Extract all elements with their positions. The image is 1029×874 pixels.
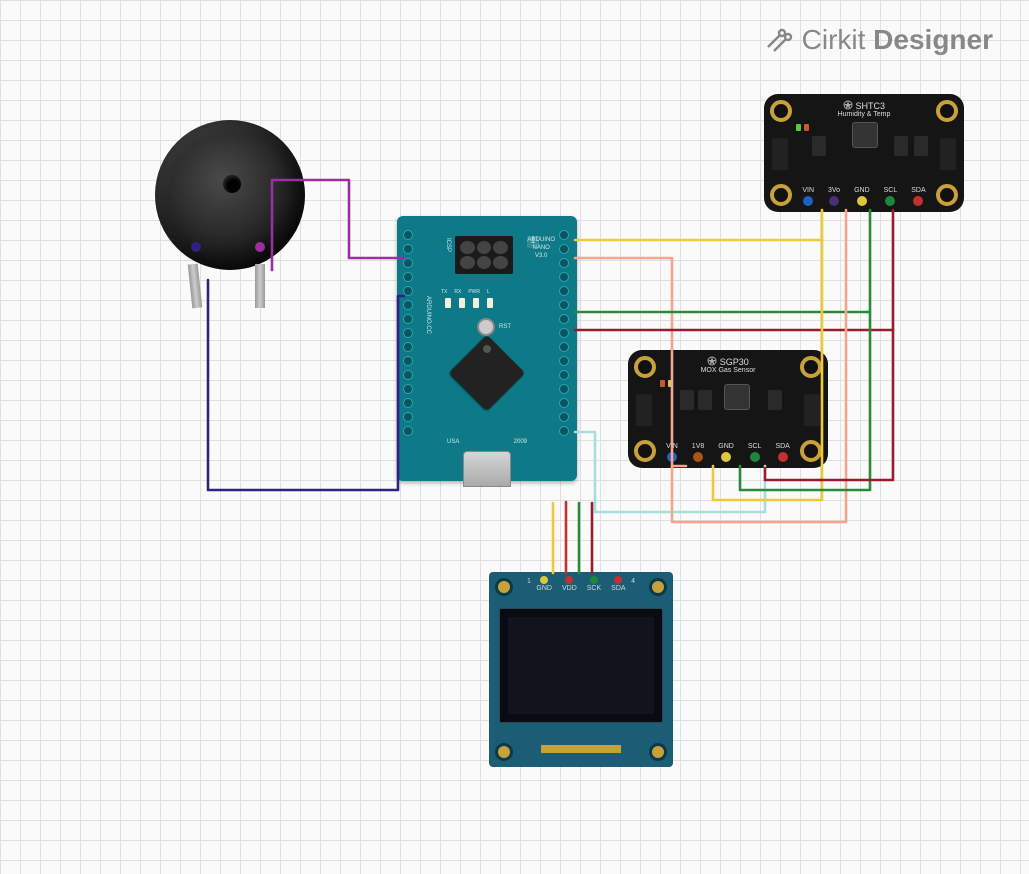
pin-VIN[interactable]: VIN xyxy=(802,187,814,206)
stemma-left[interactable] xyxy=(772,138,788,170)
shtc3-pins[interactable]: VIN 3Vo GND SCL SDA xyxy=(764,187,964,206)
pin-RST[interactable] xyxy=(403,398,413,408)
pin-3V3[interactable] xyxy=(403,244,413,254)
logo-icon xyxy=(764,25,794,55)
pin-SCK[interactable]: SCK xyxy=(587,576,601,592)
icsp-label: ICSP xyxy=(445,238,451,252)
stemma-right[interactable] xyxy=(940,138,956,170)
pin-SDA[interactable]: SDA xyxy=(775,443,789,462)
status-leds xyxy=(445,298,493,308)
pin-VIN[interactable] xyxy=(403,426,413,436)
buzzer-pin-neg[interactable] xyxy=(191,242,201,252)
oled-module[interactable]: 1 4 GNDVDDSCKSDA xyxy=(489,572,673,767)
pin-A5[interactable] xyxy=(403,342,413,352)
pin-A3[interactable] xyxy=(403,314,413,324)
pin-GND[interactable]: GND xyxy=(536,576,552,592)
pin-REF[interactable] xyxy=(403,258,413,268)
shtc3-board[interactable]: SHTC3 Humidity & Temp VIN 3Vo GND SCL SDA xyxy=(764,94,964,212)
pin-1V8[interactable]: 1V8 xyxy=(692,443,704,462)
stemma-left[interactable] xyxy=(636,394,652,426)
sgp30-board[interactable]: SGP30 MOX Gas Sensor VIN 1V8 GND SCL SDA xyxy=(628,350,828,468)
pin-D3[interactable] xyxy=(559,356,569,366)
sgp30-chip-icon xyxy=(724,384,750,410)
pin-A7[interactable] xyxy=(403,370,413,380)
pin-D7[interactable] xyxy=(559,300,569,310)
board-title: ARDUINO NANO V3.0 xyxy=(527,236,555,260)
pin-D4[interactable] xyxy=(559,342,569,352)
pin-VIN[interactable]: VIN xyxy=(666,443,678,462)
sgp30-title: SGP30 MOX Gas Sensor xyxy=(628,350,828,374)
icsp-header[interactable] xyxy=(455,236,513,274)
pin-D5[interactable] xyxy=(559,328,569,338)
pin-SDA[interactable]: SDA xyxy=(911,187,925,206)
pin-D6[interactable] xyxy=(559,314,569,324)
pin-D8[interactable] xyxy=(559,286,569,296)
pin-RX0[interactable] xyxy=(559,412,569,422)
pin-A6[interactable] xyxy=(403,356,413,366)
shtc3-chip-icon xyxy=(852,122,878,148)
pin-SCL[interactable]: SCL xyxy=(884,187,898,206)
pin-SDA[interactable]: SDA xyxy=(611,576,625,592)
reset-label: RST xyxy=(499,324,511,330)
usb-port[interactable] xyxy=(463,451,511,487)
pin-row-right[interactable] xyxy=(559,230,571,436)
pin-RST[interactable] xyxy=(559,398,569,408)
sgp30-pins[interactable]: VIN 1V8 GND SCL SDA xyxy=(628,443,828,462)
pin-D11[interactable] xyxy=(559,244,569,254)
pin-A2[interactable] xyxy=(403,300,413,310)
stemma-right[interactable] xyxy=(804,394,820,426)
year-label: 2009 xyxy=(514,439,527,445)
pin-D9[interactable] xyxy=(559,272,569,282)
pin-VDD[interactable]: VDD xyxy=(562,576,577,592)
arduino-nano[interactable]: ICSP 1 ARDUINO NANO V3.0 ARDUINO.CC TX R… xyxy=(397,216,577,481)
pin-GND[interactable]: GND xyxy=(854,187,870,206)
pin-A4[interactable] xyxy=(403,328,413,338)
origin-label: USA xyxy=(447,439,459,445)
shtc3-title: SHTC3 Humidity & Temp xyxy=(764,94,964,118)
pin-5V[interactable] xyxy=(403,384,413,394)
buzzer-component[interactable] xyxy=(155,120,305,270)
oled-pins[interactable]: GND VDD SCK SDA xyxy=(489,576,673,592)
buzzer-body xyxy=(155,120,305,270)
pin-3Vo[interactable]: 3Vo xyxy=(828,187,840,206)
app-logo: Cirkit Designer xyxy=(764,24,993,56)
pin-A1[interactable] xyxy=(403,286,413,296)
pin-GND[interactable] xyxy=(559,384,569,394)
led-labels: TX RX PWR L xyxy=(441,289,490,295)
logo-text-a: Cirkit xyxy=(802,24,874,55)
pin-A0[interactable] xyxy=(403,272,413,282)
pin-D10[interactable] xyxy=(559,258,569,268)
pin-SCL[interactable]: SCL xyxy=(748,443,762,462)
buzzer-pin-pos[interactable] xyxy=(255,242,265,252)
pin-D12[interactable] xyxy=(559,230,569,240)
logo-text-b: Designer xyxy=(873,24,993,55)
pin-TX1[interactable] xyxy=(559,426,569,436)
pin-D2[interactable] xyxy=(559,370,569,380)
mcu-chip xyxy=(449,335,525,411)
pin-GND[interactable]: GND xyxy=(718,443,734,462)
pin-GND[interactable] xyxy=(403,412,413,422)
reset-button[interactable] xyxy=(477,318,495,336)
pin-row-left[interactable] xyxy=(403,230,415,436)
oled-screen xyxy=(499,608,663,723)
pin-D13[interactable] xyxy=(403,230,413,240)
brand-label: ARDUINO.CC xyxy=(425,296,431,334)
